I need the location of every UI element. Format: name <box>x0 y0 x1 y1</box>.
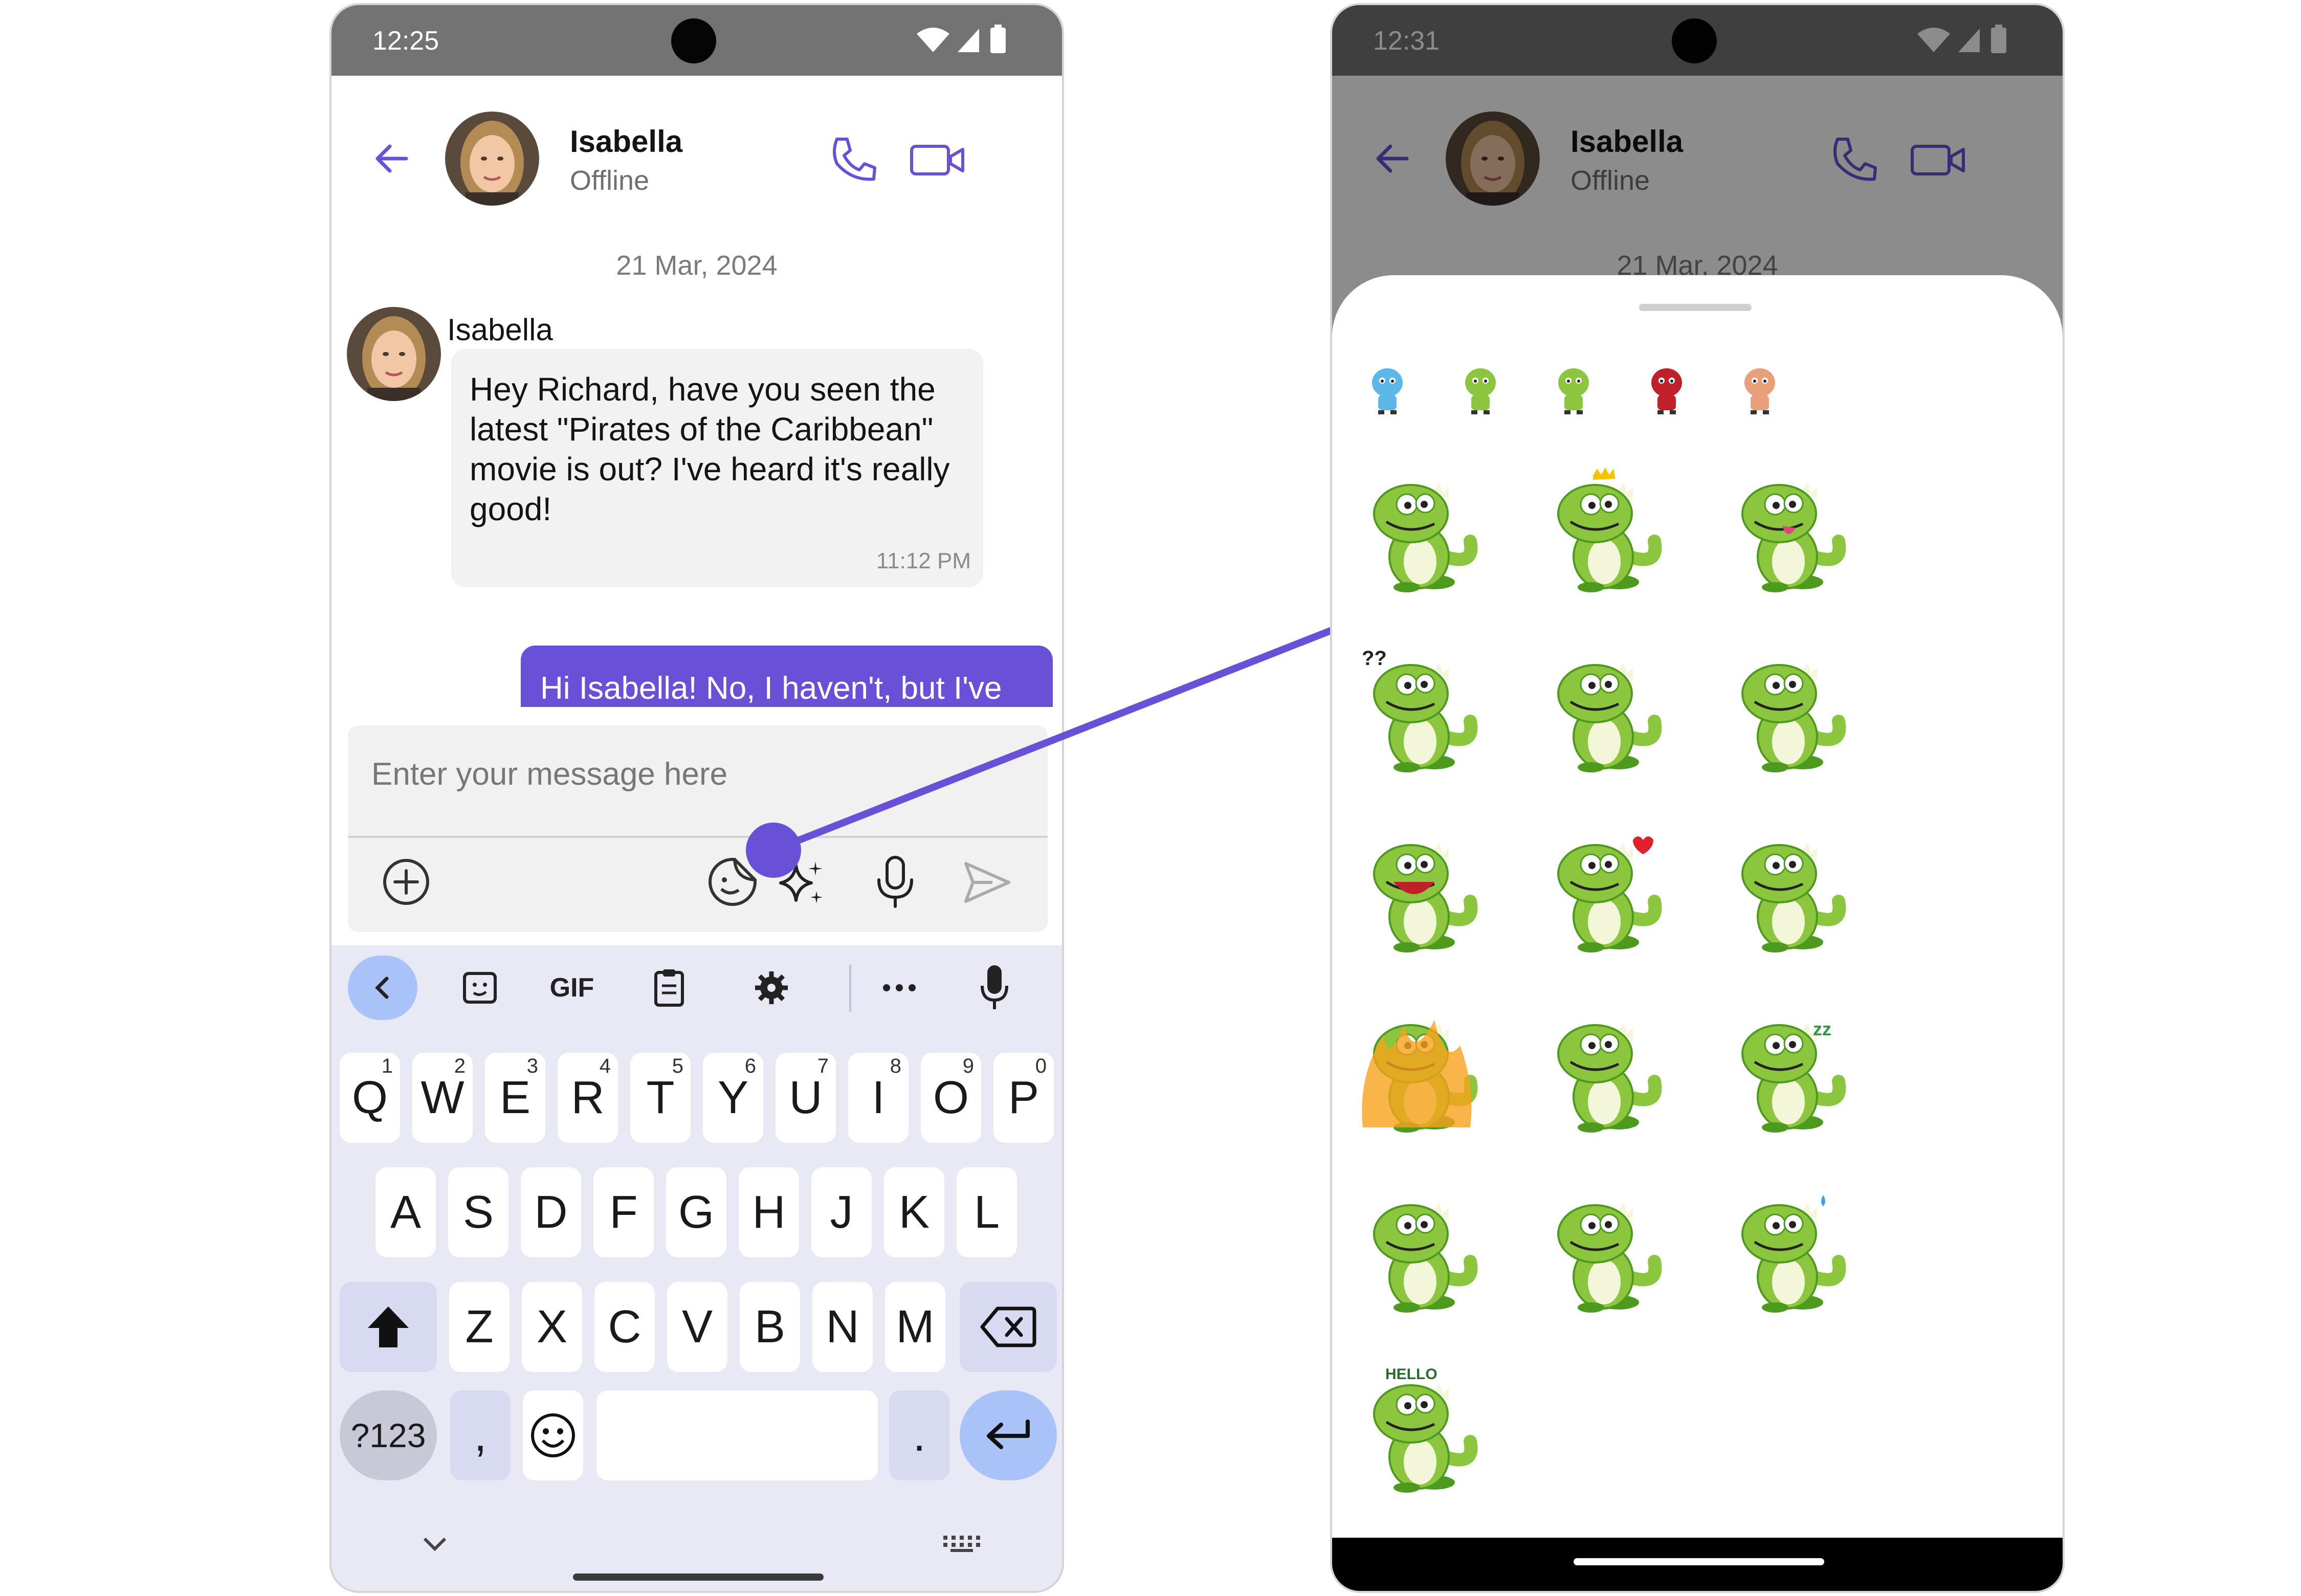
sticker-dino-love[interactable] <box>1542 825 1665 958</box>
sticker-hello-text: HELLO <box>1385 1366 1437 1383</box>
svg-text:zz: zz <box>1813 1018 1831 1039</box>
navigation-bar <box>1332 1538 2063 1591</box>
sticker-dino-angry-fire[interactable] <box>1358 1005 1480 1138</box>
sticker-dino-annoyed[interactable] <box>1726 645 1849 778</box>
sticker-dino-crown[interactable] <box>1542 464 1665 597</box>
sticker-dino-dizzy[interactable] <box>1542 1005 1665 1138</box>
home-indicator <box>1574 1558 1824 1565</box>
sticker-category-pirate-boy-icon[interactable] <box>1735 362 1784 415</box>
sticker-dino-hello[interactable]: HELLO <box>1358 1365 1480 1498</box>
sticker-dino-frown[interactable] <box>1542 1185 1665 1318</box>
sticker-category-cartoon-dog-icon[interactable] <box>1363 362 1412 415</box>
sticker-category-dino-icon[interactable] <box>1456 362 1505 415</box>
sheet-drag-handle[interactable] <box>1639 304 1752 311</box>
sticker-dino-sweat[interactable] <box>1726 1185 1849 1318</box>
sticker-category-dino-boy-icon[interactable] <box>1549 362 1598 415</box>
sticker-dino-sleeping[interactable]: zz <box>1726 1005 1849 1138</box>
sticker-bottom-sheet: ?? zz HELLO <box>1332 275 2063 1544</box>
sticker-category-pirate-icon[interactable] <box>1642 362 1691 415</box>
svg-text:??: ?? <box>1362 647 1387 670</box>
sticker-dino-grumpy[interactable] <box>1358 1185 1480 1318</box>
sticker-dino-happy[interactable] <box>1358 464 1480 597</box>
sticker-dino-confused[interactable]: ?? <box>1358 645 1480 778</box>
sticker-dino-thinking[interactable] <box>1542 645 1665 778</box>
right-phone-screen: 12:31 Isabella Offline 21 Mar, 2024 ?? z… <box>1330 3 2065 1593</box>
sticker-dino-tongue[interactable] <box>1726 464 1849 597</box>
sticker-dino-sad[interactable] <box>1726 825 1849 958</box>
sticker-dino-laughing[interactable] <box>1358 825 1480 958</box>
